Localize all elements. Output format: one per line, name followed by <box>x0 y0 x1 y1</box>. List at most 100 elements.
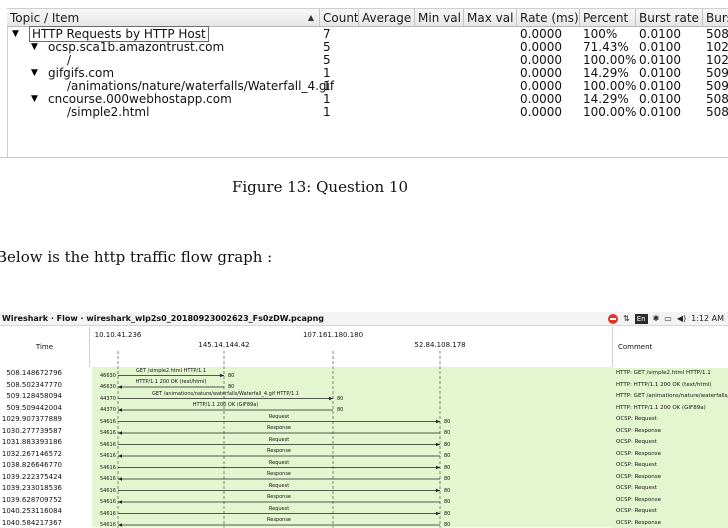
flow-time[interactable]: 1029.907377889 <box>0 414 90 426</box>
col-header-percent[interactable]: Percent <box>580 9 636 27</box>
flow-message-label[interactable]: Request <box>269 506 289 512</box>
sort-ascending-icon: ▲ <box>307 13 314 22</box>
col-header-burst-start[interactable]: Burs <box>703 9 728 27</box>
flow-comment[interactable]: OCSP: Request <box>612 460 728 472</box>
flow-time[interactable]: 508.148672796 <box>0 368 90 380</box>
arrowhead-icon <box>118 454 122 458</box>
flow-message-label[interactable]: Response <box>267 494 291 500</box>
col-header-min-val[interactable]: Min val <box>415 9 464 27</box>
flow-comment[interactable]: OCSP: Response <box>612 425 728 437</box>
destination-port: 80 <box>444 487 451 494</box>
cell-count: 1 <box>323 105 331 119</box>
flow-time[interactable]: 509.128458094 <box>0 391 90 403</box>
flow-message-label[interactable]: GET /simple2.html HTTP/1.1 <box>136 368 206 374</box>
table-header: Topic / Item ▲ Count Average Min val Max… <box>7 8 728 27</box>
destination-port: 80 <box>444 510 451 517</box>
cell-topic-text: /animations/nature/waterfalls/Waterfall_… <box>67 79 335 93</box>
expand-triangle-icon[interactable]: ▼ <box>31 67 38 80</box>
arrowhead-icon <box>118 477 122 481</box>
flow-message-label[interactable]: Request <box>269 460 289 466</box>
flow-message-label[interactable]: Request <box>269 414 289 420</box>
source-port: 46630 <box>100 372 116 379</box>
host-label: 145.14.144.42 <box>198 341 250 349</box>
flow-comment[interactable]: HTTP: GET /animations/nature/waterfalls/… <box>612 391 728 403</box>
col-header-count[interactable]: Count <box>320 9 359 27</box>
expand-triangle-icon[interactable]: ▼ <box>31 41 38 54</box>
battery-icon[interactable]: ▭ <box>664 312 672 326</box>
source-port: 54616 <box>100 441 116 448</box>
flow-message-label[interactable]: HTTP/1.1 200 OK (text/html) <box>136 379 207 385</box>
flow-comment[interactable]: OCSP: Response <box>612 517 728 528</box>
flow-time[interactable]: 1032.267146572 <box>0 449 90 461</box>
col-header-burst-rate[interactable]: Burst rate <box>636 9 703 27</box>
destination-port: 80 <box>228 372 235 379</box>
flow-comment[interactable]: OCSP: Response <box>612 448 728 460</box>
flow-time[interactable]: 1039.628709752 <box>0 495 90 507</box>
col-header-average[interactable]: Average <box>359 9 415 27</box>
flow-time[interactable]: 508.502347770 <box>0 380 90 392</box>
source-port: 54616 <box>100 487 116 494</box>
flow-message-label[interactable]: GET /animations/nature/waterfalls/Waterf… <box>152 391 299 397</box>
cell-rate: 0.0000 <box>520 105 562 119</box>
flow-comment[interactable]: OCSP: Request <box>612 483 728 495</box>
flow-time[interactable]: 1031.883393186 <box>0 437 90 449</box>
arrowhead-icon <box>436 488 440 493</box>
col-header-topic[interactable]: Topic / Item ▲ <box>7 9 320 27</box>
flow-comment[interactable]: OCSP: Request <box>612 437 728 449</box>
expand-triangle-icon[interactable]: ▼ <box>12 28 19 41</box>
host-label: 10.10.41.236 <box>94 331 142 339</box>
flow-message-label[interactable]: Response <box>267 448 291 454</box>
col-header-rate[interactable]: Rate (ms) <box>517 9 580 27</box>
clock[interactable]: 1:12 AM <box>691 312 724 326</box>
cell-topic: ocsp.sca1b.amazontrust.com <box>48 41 224 54</box>
flow-comment[interactable]: OCSP: Request <box>612 414 728 426</box>
table-body: ▼ HTTP Requests by HTTP Host 7 0.0000 100% 0.… <box>7 26 728 119</box>
table-row[interactable]: /simple2.html 1 0.0000 100.00% 0.0100 508 <box>7 106 728 119</box>
destination-port: 80 <box>337 395 344 402</box>
volume-icon[interactable]: ◀) <box>677 312 686 326</box>
flow-comment[interactable]: OCSP: Response <box>612 494 728 506</box>
arrowhead-icon <box>118 431 122 435</box>
cell-topic: /simple2.html <box>67 106 149 119</box>
flow-message-label[interactable]: Request <box>269 437 289 443</box>
flow-comment[interactable]: OCSP: Response <box>612 471 728 483</box>
destination-port: 80 <box>444 476 451 482</box>
flow-time[interactable]: 1040.253116084 <box>0 506 90 518</box>
flow-time[interactable]: 1030.277739587 <box>0 426 90 438</box>
window-titlebar: Wireshark · Flow · wireshark_wlp2s0_2018… <box>0 312 728 326</box>
flow-time[interactable]: 1039.233018536 <box>0 483 90 495</box>
flow-time[interactable]: 1038.826646770 <box>0 460 90 472</box>
arrowhead-icon <box>436 442 440 447</box>
network-icon[interactable]: ⇅ <box>623 312 630 326</box>
flow-comment[interactable]: HTTP: HTTP/1.1 200 OK (text/html) <box>612 379 728 391</box>
arrowhead-icon <box>436 419 440 424</box>
flow-time[interactable]: 1039.222375424 <box>0 472 90 484</box>
destination-port: 80 <box>444 464 451 471</box>
body-text: Below is the http traffic flow graph : <box>0 248 273 266</box>
destination-port: 80 <box>444 522 451 528</box>
expand-triangle-icon[interactable]: ▼ <box>31 93 38 106</box>
source-port: 54616 <box>100 430 116 436</box>
stop-icon[interactable] <box>608 314 618 324</box>
flow-comment[interactable]: OCSP: Request <box>612 506 728 518</box>
keyboard-layout-indicator[interactable]: En <box>634 314 648 324</box>
arrowhead-icon <box>220 373 224 378</box>
flow-message-label[interactable]: Response <box>267 425 291 431</box>
col-header-label: Topic / Item <box>10 11 80 25</box>
window-title: Wireshark · Flow · wireshark_wlp2s0_2018… <box>2 314 324 323</box>
flow-message-label[interactable]: Response <box>267 471 291 477</box>
host-label: 52.84.108.178 <box>414 341 466 349</box>
destination-port: 80 <box>337 407 344 413</box>
flow-message-label[interactable]: Response <box>267 517 291 523</box>
flow-comment[interactable]: HTTP: GET /simple2.html HTTP/1.1 <box>612 368 728 380</box>
flow-message-label[interactable]: Request <box>269 483 289 489</box>
bluetooth-icon[interactable]: ✱ <box>653 312 660 326</box>
figure-caption: Figure 13: Question 10 <box>231 178 409 196</box>
flow-time[interactable]: 509.509442004 <box>0 403 90 415</box>
flow-comment[interactable]: HTTP: HTTP/1.1 200 OK (GIF89a) <box>612 402 728 414</box>
flow-time[interactable]: 1040.584217367 <box>0 518 90 528</box>
col-header-max-val[interactable]: Max val <box>464 9 517 27</box>
flow-message-label[interactable]: HTTP/1.1 200 OK (GIF89a) <box>193 402 259 408</box>
arrowhead-icon <box>436 465 440 470</box>
arrowhead-icon <box>118 500 122 504</box>
